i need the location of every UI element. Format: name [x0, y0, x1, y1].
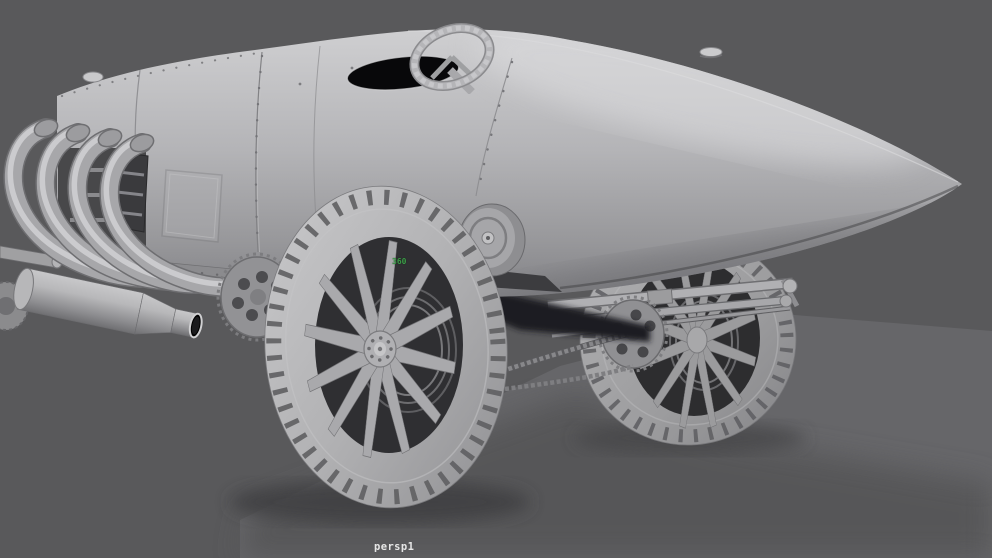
tail-filler-cap [700, 48, 722, 57]
access-panel [162, 170, 222, 242]
spring-clamp [647, 289, 672, 305]
spring-shackle [783, 279, 797, 293]
hood-filler-cap [83, 72, 103, 82]
viewport-canvas[interactable] [0, 0, 992, 558]
viewport[interactable]: 360 persp1 [0, 0, 992, 558]
far-wheel-hub [687, 327, 707, 353]
